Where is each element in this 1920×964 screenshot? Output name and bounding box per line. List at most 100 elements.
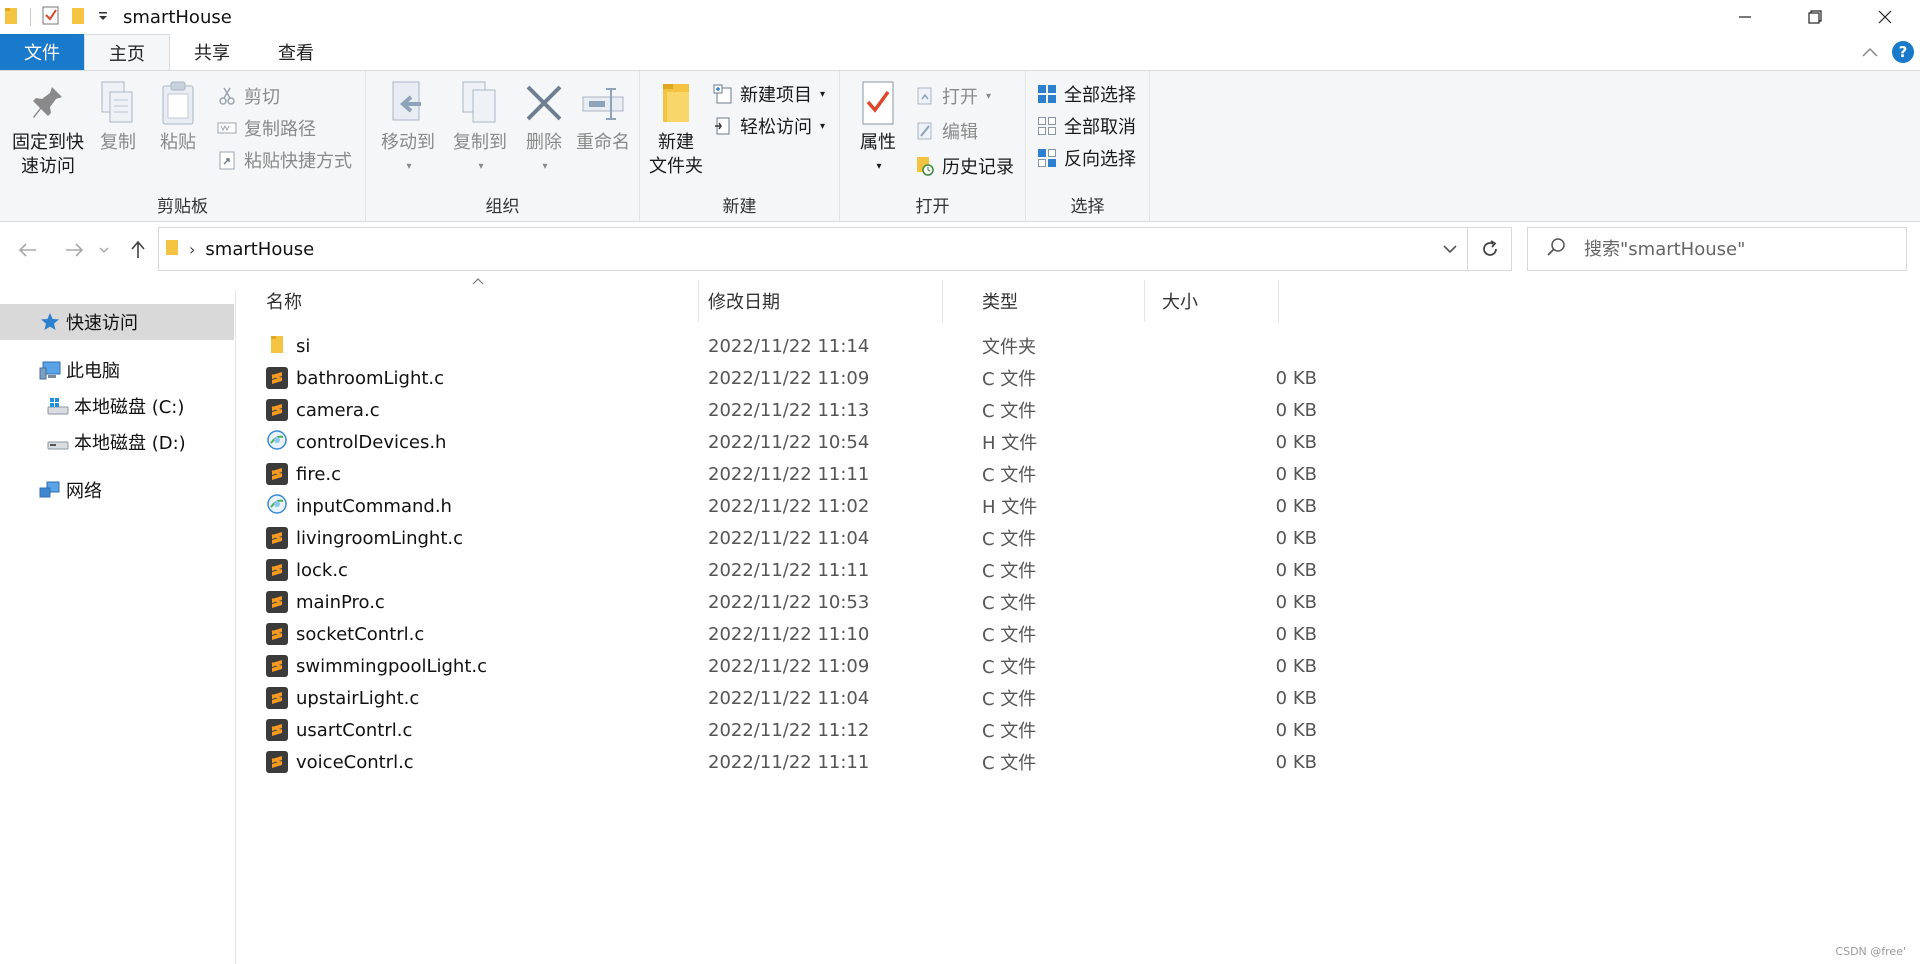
sidebar-item-this-pc[interactable]: 此电脑	[0, 352, 234, 388]
file-name-cell[interactable]: lock.c	[266, 559, 348, 581]
file-name-cell[interactable]: bathroomLight.c	[266, 367, 444, 389]
table-row[interactable]: bathroomLight.c 2022/11/22 11:09 C 文件 0 KB	[266, 362, 1317, 394]
select-none-button[interactable]: 全部取消	[1036, 111, 1136, 141]
restore-button[interactable]	[1780, 0, 1850, 34]
column-divider[interactable]	[1278, 280, 1279, 322]
sidebar-item-quick-access[interactable]: 快速访问	[0, 304, 234, 340]
file-name-cell[interactable]: inputCommand.h	[266, 493, 452, 520]
file-name-cell[interactable]: camera.c	[266, 399, 380, 421]
ribbon-tabs: 文件 主页 共享 查看 ?	[0, 34, 1920, 70]
file-name: upstairLight.c	[296, 687, 420, 709]
table-row[interactable]: si 2022/11/22 11:14 文件夹	[266, 330, 1296, 362]
file-type: C 文件	[982, 721, 1037, 742]
window-title: smartHouse	[123, 6, 232, 28]
history-button[interactable]: 历史记录	[914, 151, 1014, 181]
sidebar-item-network[interactable]: 网络	[0, 472, 234, 508]
breadcrumb-chevron-icon[interactable]: ›	[189, 240, 195, 259]
file-name-cell[interactable]: socketContrl.c	[266, 623, 424, 645]
new-folder-button[interactable]: 新建 文件夹	[644, 79, 708, 179]
table-row[interactable]: mainPro.c 2022/11/22 10:53 C 文件 0 KB	[266, 586, 1317, 618]
edit-label: 编辑	[942, 122, 978, 143]
help-button[interactable]: ?	[1892, 41, 1914, 63]
paste-shortcut-button[interactable]: 粘贴快捷方式	[216, 145, 352, 175]
column-divider[interactable]	[942, 280, 943, 322]
table-row[interactable]: fire.c 2022/11/22 11:11 C 文件 0 KB	[266, 458, 1317, 490]
copy-button[interactable]: 复制	[92, 79, 144, 155]
easy-access-icon	[712, 115, 734, 137]
rename-button[interactable]: 重命名	[572, 79, 634, 155]
file-name: controlDevices.h	[296, 431, 447, 453]
table-row[interactable]: usartContrl.c 2022/11/22 11:12 C 文件 0 KB	[266, 714, 1317, 746]
copy-to-button[interactable]: 复制到 ▾	[446, 79, 514, 179]
back-button[interactable]	[10, 232, 46, 268]
file-list: 名称 修改日期 类型 大小 si 2022/11/22 11:14 文件夹 bathr…	[236, 278, 1920, 964]
file-type: C 文件	[982, 625, 1037, 646]
pin-to-quick-access-button[interactable]: 固定到快 速访问	[8, 79, 88, 179]
column-header-size[interactable]: 大小	[1132, 278, 1272, 324]
file-name-cell[interactable]: mainPro.c	[266, 591, 385, 613]
new-item-button[interactable]: 新建项目 ▾	[712, 79, 825, 109]
sidebar-item-label: 本地磁盘 (D:)	[74, 433, 186, 454]
recent-locations-dropdown[interactable]	[92, 232, 116, 268]
file-name-cell[interactable]: swimmingpoolLight.c	[266, 655, 487, 677]
tab-share[interactable]: 共享	[170, 34, 254, 70]
table-row[interactable]: swimmingpoolLight.c 2022/11/22 11:09 C 文件 0…	[266, 650, 1317, 682]
minimize-button[interactable]	[1710, 0, 1780, 34]
table-row[interactable]: camera.c 2022/11/22 11:13 C 文件 0 KB	[266, 394, 1317, 426]
collapse-ribbon-chevron-icon[interactable]	[1862, 42, 1878, 62]
file-name-cell[interactable]: controlDevices.h	[266, 429, 446, 456]
search-box[interactable]	[1527, 227, 1907, 271]
address-history-chevron-down-icon[interactable]	[1443, 239, 1457, 259]
tab-home[interactable]: 主页	[84, 34, 170, 70]
copy-to-label: 复制到	[453, 132, 507, 153]
column-header-type[interactable]: 类型	[952, 278, 1152, 324]
organize-group-label: 组织	[485, 197, 520, 217]
file-name-cell[interactable]: fire.c	[266, 463, 341, 485]
breadcrumb[interactable]: smartHouse	[205, 239, 314, 260]
tab-view[interactable]: 查看	[254, 34, 338, 70]
column-header-label: 修改日期	[708, 292, 780, 313]
delete-button[interactable]: 删除 ▾	[518, 79, 570, 179]
sidebar-item-drive-d[interactable]: 本地磁盘 (D:)	[0, 424, 234, 460]
invert-selection-button[interactable]: 反向选择	[1036, 143, 1136, 173]
tab-file[interactable]: 文件	[0, 34, 84, 70]
file-type: H 文件	[982, 497, 1038, 518]
cut-button[interactable]: 剪切	[216, 81, 280, 111]
refresh-button[interactable]	[1468, 227, 1512, 271]
table-row[interactable]: socketContrl.c 2022/11/22 11:10 C 文件 0 KB	[266, 618, 1317, 650]
search-input[interactable]	[1584, 238, 1884, 260]
c-file-icon	[266, 751, 288, 773]
copy-path-button[interactable]: 复制路径	[216, 113, 316, 143]
table-row[interactable]: controlDevices.h 2022/11/22 10:54 H 文件 0 KB	[266, 426, 1317, 458]
new-folder-icon[interactable]	[71, 5, 87, 30]
properties-button[interactable]: 属性 ▾	[854, 79, 902, 179]
paste-button[interactable]: 粘贴	[152, 79, 204, 155]
file-name-cell[interactable]: voiceContrl.c	[266, 751, 414, 773]
select-all-button[interactable]: 全部选择	[1036, 79, 1136, 109]
column-header-date[interactable]: 修改日期	[678, 278, 924, 324]
open-button[interactable]: 打开 ▾	[914, 81, 991, 111]
table-row[interactable]: upstairLight.c 2022/11/22 11:04 C 文件 0 KB	[266, 682, 1317, 714]
file-name-cell[interactable]: livingroomLinght.c	[266, 527, 463, 549]
table-row[interactable]: livingroomLinght.c 2022/11/22 11:04 C 文件 0 …	[266, 522, 1317, 554]
edit-button[interactable]: 编辑	[914, 116, 978, 146]
up-button[interactable]	[120, 232, 156, 268]
file-type: C 文件	[982, 465, 1037, 486]
customize-toolbar-dropdown-icon[interactable]	[97, 7, 109, 27]
table-row[interactable]: voiceContrl.c 2022/11/22 11:11 C 文件 0 KB	[266, 746, 1317, 778]
table-row[interactable]: lock.c 2022/11/22 11:11 C 文件 0 KB	[266, 554, 1317, 586]
column-header-name[interactable]: 名称	[236, 278, 698, 324]
file-name-cell[interactable]: usartContrl.c	[266, 719, 412, 741]
address-bar[interactable]: › smartHouse	[158, 227, 1468, 271]
properties-check-icon[interactable]	[41, 5, 61, 30]
modified-date: 2022/11/22 11:02	[708, 495, 870, 517]
easy-access-button[interactable]: 轻松访问 ▾	[712, 111, 825, 141]
modified-date: 2022/11/22 11:11	[708, 463, 870, 485]
sidebar-item-drive-c[interactable]: 本地磁盘 (C:)	[0, 388, 234, 424]
move-to-button[interactable]: 移动到 ▾	[374, 79, 442, 179]
file-name-cell[interactable]: si	[266, 333, 310, 360]
forward-button[interactable]	[56, 232, 92, 268]
close-button[interactable]	[1850, 0, 1920, 34]
file-name-cell[interactable]: upstairLight.c	[266, 687, 419, 709]
table-row[interactable]: inputCommand.h 2022/11/22 11:02 H 文件 0 KB	[266, 490, 1317, 522]
